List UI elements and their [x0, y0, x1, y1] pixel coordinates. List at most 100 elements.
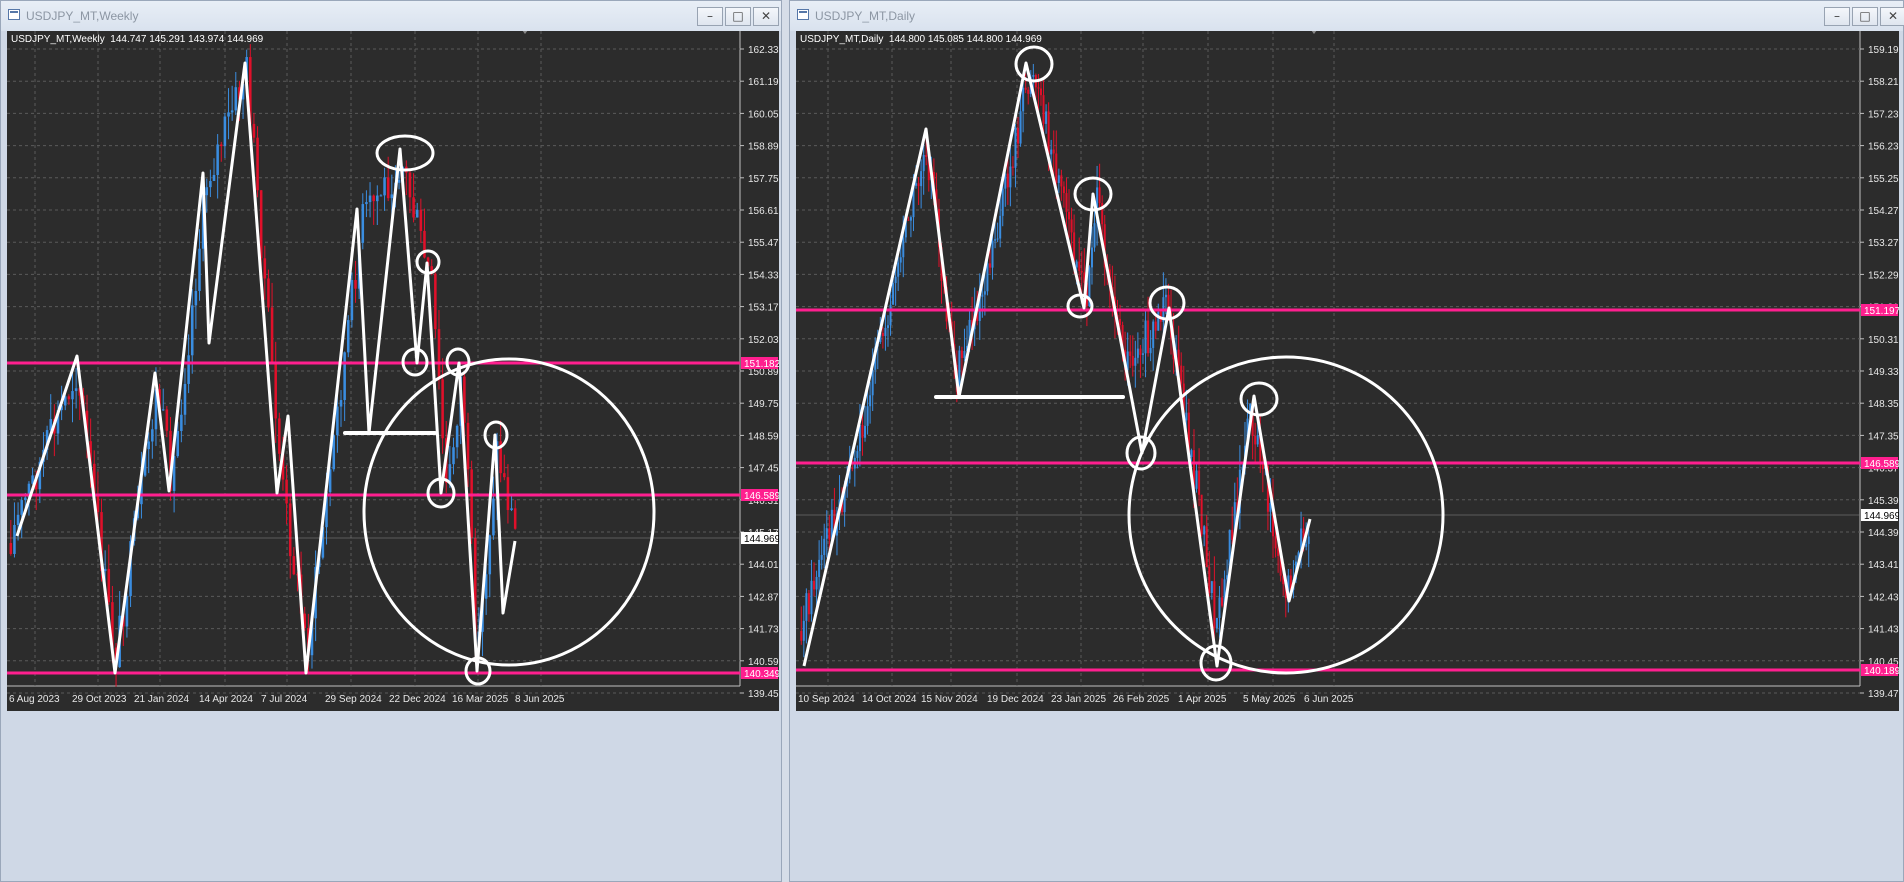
price-tick-label: 142.870 [748, 592, 779, 603]
candle-body [818, 559, 821, 577]
minimize-button[interactable]: – [697, 7, 723, 26]
candle-body [1195, 470, 1198, 489]
candle-body [999, 215, 1002, 239]
price-tick-label: 159.190 [1868, 45, 1899, 56]
candle-body [20, 500, 23, 515]
date-tick-label: 5 May 2025 [1243, 694, 1296, 705]
candle-body [1274, 536, 1277, 549]
candle-body [151, 429, 154, 442]
candle-body [881, 332, 884, 337]
candle-body [103, 568, 107, 572]
candle-body [1190, 450, 1193, 457]
candle-body [1254, 436, 1257, 445]
level-price-label: 140.349 [744, 669, 779, 680]
candle-body [884, 327, 887, 337]
minimize-button[interactable]: – [1824, 7, 1850, 26]
candle-body [292, 556, 296, 575]
candle-body [285, 479, 288, 504]
daily-titlebar[interactable]: USDJPY_MT,Daily – □ ✕ [790, 1, 1904, 31]
candle-body [379, 195, 383, 197]
candle-body [1134, 357, 1137, 366]
candle-body [74, 388, 78, 392]
price-tick-label: 157.230 [1868, 109, 1899, 120]
candle-body [1001, 188, 1004, 216]
candle-body [807, 593, 810, 615]
candle-body [390, 194, 394, 199]
candle-body [1305, 543, 1308, 547]
candle-body [1019, 111, 1022, 144]
candle-body [1037, 87, 1040, 89]
candle-body [1022, 87, 1025, 112]
candle-body [902, 237, 905, 258]
candle-body [376, 195, 379, 202]
price-tick-label: 154.330 [748, 270, 779, 281]
date-tick-label: 19 Dec 2024 [987, 694, 1044, 705]
daily-chart-canvas[interactable]: 159.190 158.210 157.230 156.230 155.250 154.2… [796, 31, 1899, 711]
candle-body [802, 620, 805, 641]
date-tick-label: 6 Aug 2023 [9, 694, 60, 705]
candle-body [1231, 529, 1234, 540]
candle-body [981, 294, 984, 297]
price-tick-label: 155.470 [748, 238, 779, 249]
candle-body [991, 240, 994, 268]
weekly-chart-window[interactable]: USDJPY_MT,Weekly – □ ✕ 162.330 161.190 160… [0, 0, 782, 882]
candle-body [365, 202, 368, 205]
close-button[interactable]: ✕ [753, 7, 779, 26]
maximize-button[interactable]: □ [1852, 7, 1878, 26]
candle-body [851, 467, 854, 469]
price-tick-label: 149.750 [748, 399, 779, 410]
candle-body [1129, 351, 1132, 356]
candle-body [1167, 294, 1170, 309]
price-tick-label: 148.590 [748, 431, 779, 442]
candle-body [813, 580, 816, 590]
candle-body [1200, 494, 1203, 535]
price-tick-label: 140.590 [748, 657, 779, 668]
candle-body [986, 263, 989, 292]
candle-body [815, 576, 818, 590]
date-tick-label: 26 Feb 2025 [1113, 694, 1170, 705]
candle-body [828, 528, 831, 540]
price-tick-label: 152.030 [748, 335, 779, 346]
weekly-titlebar[interactable]: USDJPY_MT,Weekly – □ ✕ [1, 1, 781, 31]
level-price-label: 146.589 [744, 491, 779, 502]
candle-body [1039, 88, 1042, 96]
candle-body [492, 498, 495, 536]
weekly-chart-canvas[interactable]: 162.330 161.190 160.050 158.890 157.750 156.6… [7, 31, 779, 711]
price-tick-label: 139.450 [748, 689, 779, 700]
candle-body [205, 187, 209, 196]
daily-symbol-info: USDJPY_MT,Daily 144.800 145.085 144.800 … [800, 34, 1042, 45]
close-button[interactable]: ✕ [1880, 7, 1904, 26]
candle-body [263, 258, 267, 279]
candle-body [1261, 464, 1264, 470]
candle-body [452, 447, 455, 465]
candle-body [1139, 348, 1142, 355]
daily-chart-window[interactable]: USDJPY_MT,Daily – □ ✕ 159.190 158.210 157.… [789, 0, 1904, 882]
chart-window-icon [797, 9, 809, 20]
price-tick-label: 142.430 [1868, 592, 1899, 603]
price-tick-label: 157.750 [748, 174, 779, 185]
daily-chart-svg[interactable]: 159.190 158.210 157.230 156.230 155.250 154.2… [796, 31, 1899, 711]
candle-body [810, 580, 813, 615]
candle-body [820, 554, 823, 560]
candle-body [161, 409, 165, 411]
candle-body [1307, 536, 1310, 544]
candle-body [1147, 320, 1150, 354]
weekly-chart-svg[interactable]: 162.330 161.190 160.050 158.890 157.750 156.6… [7, 31, 779, 711]
candle-body [96, 495, 100, 513]
maximize-button[interactable]: □ [725, 7, 751, 26]
candle-body [176, 431, 179, 457]
candle-body [71, 391, 74, 400]
level-price-label: 151.182 [744, 359, 779, 370]
date-tick-label: 14 Oct 2024 [862, 694, 917, 705]
candle-body [227, 112, 230, 117]
price-tick-label: 149.330 [1868, 367, 1899, 378]
date-tick-label: 29 Oct 2023 [72, 694, 127, 705]
candle-body [455, 425, 459, 448]
candle-body [1185, 412, 1188, 421]
candle-body [1144, 320, 1147, 354]
date-tick-label: 1 Apr 2025 [1178, 694, 1227, 705]
candle-body [1177, 349, 1180, 366]
candle-body [886, 325, 889, 328]
candle-body [805, 593, 808, 621]
price-tick-label: 147.450 [748, 464, 779, 475]
